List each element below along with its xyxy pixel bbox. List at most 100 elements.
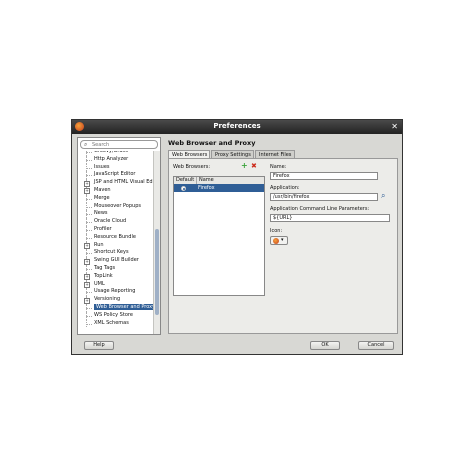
preferences-dialog: Preferences ✕ ⌕ Groovy/GrailsHttp Analyz… — [71, 119, 403, 355]
application-label: Application: — [270, 185, 300, 191]
tree-item[interactable]: + UML — [78, 280, 154, 289]
column-default[interactable]: Default — [176, 177, 194, 184]
tree-branch-line — [86, 152, 92, 153]
tree-item-label: Mouseover Popups — [94, 202, 141, 209]
expand-icon[interactable]: + — [84, 274, 90, 281]
help-button[interactable]: Help — [84, 341, 114, 350]
tree-item[interactable]: Issues — [78, 163, 154, 172]
tree-item[interactable]: XML Schemas — [78, 319, 154, 328]
tree-item-label: Tag Tags — [94, 264, 116, 271]
tree-item-label: Oracle Cloud — [94, 218, 127, 225]
tree-item[interactable]: Shortcut Keys — [78, 249, 154, 258]
tree-branch-line — [86, 315, 92, 317]
params-label: Application Command Line Parameters: — [270, 206, 370, 212]
tree-item[interactable]: Usage Reporting — [78, 288, 154, 297]
tree-item-label: Groovy/Grails — [94, 151, 128, 154]
params-field[interactable]: ${URL} — [270, 214, 390, 222]
tree-branch-line — [86, 253, 92, 255]
tree-item[interactable]: Resource Bundle — [78, 233, 154, 242]
tree-item[interactable]: Merge — [78, 194, 154, 203]
tree-item[interactable]: Tag Tags — [78, 264, 154, 273]
tree-item-label: XML Schemas — [94, 319, 129, 326]
tab-internet-files[interactable]: Internet Files — [255, 150, 295, 158]
column-name[interactable]: Name — [196, 177, 214, 184]
scrollbar-thumb[interactable] — [155, 229, 159, 315]
tree-item[interactable]: + Run — [78, 241, 154, 250]
tree-item-label: Run — [94, 241, 104, 248]
name-field[interactable]: Firefox — [270, 172, 378, 180]
name-label: Name: — [270, 164, 287, 170]
tree-item[interactable]: + TopLink — [78, 272, 154, 281]
expand-icon[interactable]: + — [84, 282, 90, 289]
tree-item[interactable]: Web Browser and Proxy — [78, 303, 154, 312]
chevron-down-icon: ▾ — [281, 237, 284, 243]
tree-item[interactable]: + Versioning — [78, 296, 154, 304]
category-panel: ⌕ Groovy/GrailsHttp AnalyzerIssuesJavaSc… — [77, 137, 161, 335]
expand-icon[interactable]: + — [84, 297, 90, 304]
category-tree: Groovy/Grails Http Analyzer Issues JavaScri… — [78, 151, 154, 334]
tree-branch-line — [86, 323, 92, 325]
tree-branch-line — [86, 206, 92, 208]
window-title: Preferences — [213, 122, 261, 130]
tree-item-label: Merge — [94, 194, 110, 201]
tree-item[interactable]: Oracle Cloud — [78, 218, 154, 226]
search-input[interactable] — [92, 141, 154, 148]
tree-item-label: Web Browser and Proxy — [94, 303, 154, 310]
page-title: Web Browser and Proxy — [168, 139, 256, 147]
tree-item[interactable]: + JSP and HTML Visual Edit — [78, 179, 154, 187]
tree-item[interactable]: Http Analyzer — [78, 155, 154, 164]
tree-item-label: JSP and HTML Visual Edit — [94, 179, 154, 186]
tree-item-label: Profiler — [94, 225, 112, 232]
tree-branch-line — [86, 167, 92, 169]
tab-web-browsers[interactable]: Web Browsers — [168, 150, 210, 158]
tree-item[interactable]: + Swing GUI Builder — [78, 257, 154, 265]
tree-item-label: Versioning — [94, 296, 121, 303]
tree-item-label: Http Analyzer — [94, 155, 129, 162]
tree-item[interactable]: + Maven — [78, 186, 154, 195]
tree-branch-line — [86, 229, 92, 231]
tree-scrollbar[interactable] — [153, 151, 160, 334]
ok-button[interactable]: OK — [310, 341, 340, 350]
default-radio[interactable] — [181, 185, 186, 191]
tree-item[interactable]: Profiler — [78, 225, 154, 234]
tree-item-label: Shortcut Keys — [94, 249, 129, 256]
tree-branch-line — [86, 222, 92, 224]
icon-dropdown[interactable]: ▾ — [270, 236, 288, 245]
add-icon[interactable]: + — [241, 161, 248, 170]
browse-search-icon[interactable]: ⌕ — [381, 191, 385, 201]
web-browsers-label: Web Browsers: — [173, 164, 211, 170]
remove-icon[interactable]: ✖ — [251, 162, 257, 170]
expand-icon[interactable]: + — [84, 258, 90, 265]
tree-branch-line — [86, 198, 92, 200]
expand-icon[interactable]: + — [84, 243, 90, 250]
tree-branch-line — [86, 159, 92, 161]
search-icon: ⌕ — [84, 141, 88, 148]
search-box[interactable]: ⌕ — [80, 140, 158, 149]
expand-icon[interactable]: + — [84, 188, 90, 195]
tree-item[interactable]: JavaScript Editor — [78, 171, 154, 180]
cancel-button[interactable]: Cancel — [358, 341, 394, 350]
tree-branch-line — [86, 175, 92, 177]
tree-item[interactable]: Mouseover Popups — [78, 202, 154, 211]
settings-panel: Web Browser and Proxy Web Browsers Proxy… — [165, 137, 399, 335]
tree-item-label: TopLink — [94, 272, 113, 279]
expand-icon[interactable]: + — [84, 180, 90, 187]
tab-proxy-settings[interactable]: Proxy Settings — [211, 150, 254, 158]
icon-label: Icon: — [270, 228, 283, 234]
browser-name-cell: Firefox — [198, 185, 215, 191]
tree-item-label: Resource Bundle — [94, 233, 136, 240]
application-field[interactable]: /usr/bin/firefox — [270, 193, 378, 201]
tree-item[interactable]: WS Policy Store — [78, 311, 154, 320]
tree-branch-line — [86, 292, 92, 294]
browsers-table: Default Name Firefox — [173, 176, 265, 296]
title-bar[interactable]: Preferences ✕ — [72, 120, 402, 134]
tree-branch-line — [86, 237, 92, 239]
tree-item-label: Maven — [94, 186, 111, 193]
tree-item-label: Swing GUI Builder — [94, 257, 139, 264]
firefox-icon — [273, 238, 279, 244]
tree-item-label: UML — [94, 280, 105, 287]
table-row[interactable]: Firefox — [174, 184, 264, 192]
tree-item[interactable]: News — [78, 210, 154, 219]
close-icon[interactable]: ✕ — [391, 122, 398, 131]
tree-item-label: Issues — [94, 163, 110, 170]
